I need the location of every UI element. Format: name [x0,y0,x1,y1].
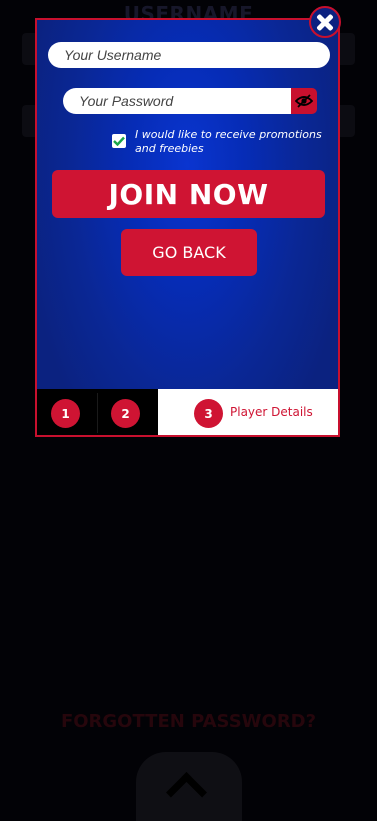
step-3-label: Player Details [230,405,313,419]
checkmark-icon [113,136,125,146]
password-input[interactable] [63,88,293,114]
join-now-button[interactable]: JOIN NOW [52,170,325,218]
scroll-up-tab [136,752,242,821]
promotions-label: I would like to receive promotions and f… [135,128,322,155]
step-1-circle: 1 [51,399,80,428]
chevron-up-icon [165,771,208,814]
step-3-circle: 3 [194,399,223,428]
eye-icon [295,94,313,108]
go-back-button[interactable]: GO BACK [121,229,257,276]
step-2-circle: 2 [111,399,140,428]
registration-page: USERNAME FORGOTTEN PASSWORD? I would lik… [0,0,377,821]
join-modal: I would like to receive promotions and f… [35,18,340,437]
step-progress: 1 2 3 Player Details [37,389,338,435]
show-password-button[interactable] [291,88,317,114]
step-divider [97,393,98,433]
username-input[interactable] [48,42,330,68]
promotions-checkbox[interactable] [112,134,126,148]
close-button[interactable] [309,6,341,38]
forgotten-password-link: FORGOTTEN PASSWORD? [60,711,317,732]
